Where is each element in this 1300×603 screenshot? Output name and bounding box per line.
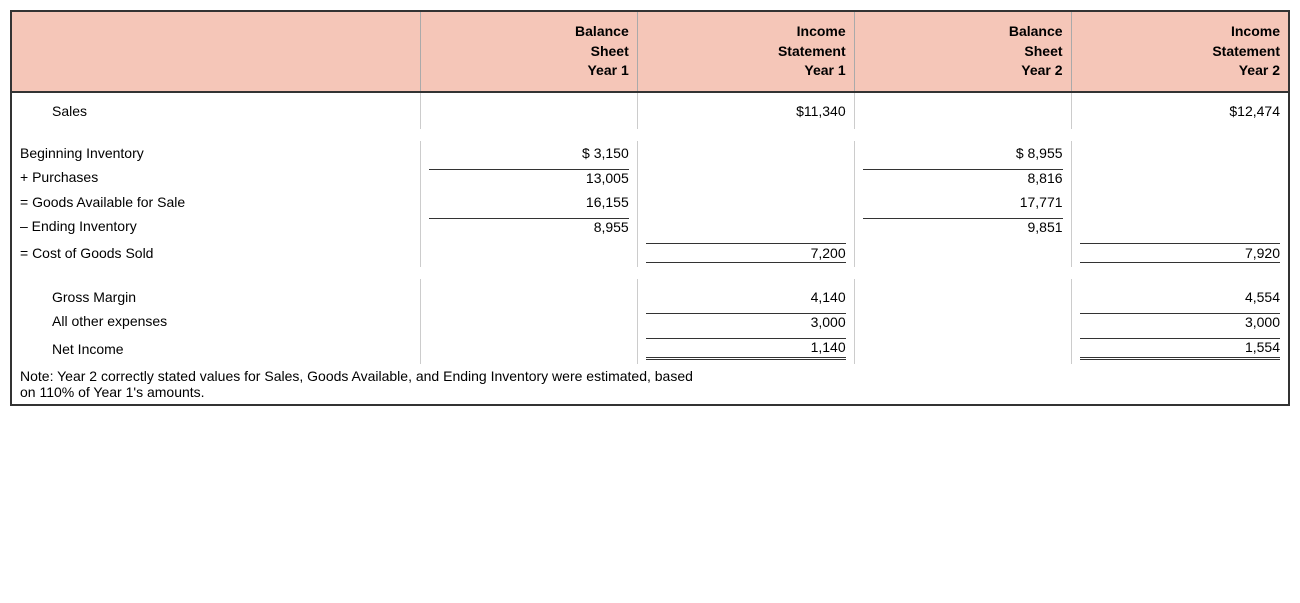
gross-margin-bs1 <box>420 279 637 309</box>
cogs-is1-value: 7,200 <box>646 243 846 263</box>
purchases-label: + Purchases <box>12 165 420 190</box>
goods-available-row: = Goods Available for Sale 16,155 17,771 <box>12 190 1288 214</box>
cogs-is2: 7,920 <box>1071 239 1288 267</box>
ending-inventory-bs1-value: 8,955 <box>429 218 629 235</box>
sales-row: Sales $11,340 $12,474 <box>12 92 1288 129</box>
ending-inventory-is1 <box>637 214 854 239</box>
sales-is1: $11,340 <box>637 92 854 129</box>
net-income-label: Net Income <box>12 334 420 364</box>
ending-inventory-bs1: 8,955 <box>420 214 637 239</box>
all-other-is1: 3,000 <box>637 309 854 334</box>
spacer-row-2 <box>12 267 1288 279</box>
header-is2: Income Statement Year 2 <box>1071 12 1288 92</box>
purchases-bs2: 8,816 <box>854 165 1071 190</box>
ending-inventory-is2 <box>1071 214 1288 239</box>
header-is1: Income Statement Year 1 <box>637 12 854 92</box>
beginning-inventory-bs1: $ 3,150 <box>420 141 637 165</box>
all-other-label: All other expenses <box>12 309 420 334</box>
ending-inventory-label: – Ending Inventory <box>12 214 420 239</box>
all-other-expenses-row: All other expenses 3,000 3,000 <box>12 309 1288 334</box>
gross-margin-is1: 4,140 <box>637 279 854 309</box>
cogs-bs1 <box>420 239 637 267</box>
purchases-is1 <box>637 165 854 190</box>
beginning-inventory-label: Beginning Inventory <box>12 141 420 165</box>
net-income-is1-value: 1,140 <box>646 338 846 360</box>
cogs-bs2 <box>854 239 1071 267</box>
ending-inventory-bs2-value: 9,851 <box>863 218 1063 235</box>
sales-bs1 <box>420 92 637 129</box>
purchases-bs2-value: 8,816 <box>863 169 1063 186</box>
beginning-inventory-is2 <box>1071 141 1288 165</box>
net-income-bs2 <box>854 334 1071 364</box>
cogs-is1: 7,200 <box>637 239 854 267</box>
net-income-is1: 1,140 <box>637 334 854 364</box>
note-text: Note: Year 2 correctly stated values for… <box>12 364 1288 404</box>
cogs-row: = Cost of Goods Sold 7,200 7,920 <box>12 239 1288 267</box>
gross-margin-is2: 4,554 <box>1071 279 1288 309</box>
beginning-inventory-bs2: $ 8,955 <box>854 141 1071 165</box>
header-label-col <box>12 12 420 92</box>
all-other-bs1 <box>420 309 637 334</box>
gross-margin-row: Gross Margin 4,140 4,554 <box>12 279 1288 309</box>
goods-available-is1 <box>637 190 854 214</box>
beginning-inventory-is1 <box>637 141 854 165</box>
goods-available-bs2: 17,771 <box>854 190 1071 214</box>
all-other-is1-value: 3,000 <box>646 313 846 330</box>
gross-margin-bs2 <box>854 279 1071 309</box>
cogs-label: = Cost of Goods Sold <box>12 239 420 267</box>
all-other-is2-value: 3,000 <box>1080 313 1280 330</box>
spacer-row-1 <box>12 129 1288 141</box>
net-income-row: Net Income 1,140 1,554 <box>12 334 1288 364</box>
note-row: Note: Year 2 correctly stated values for… <box>12 364 1288 404</box>
purchases-bs1-value: 13,005 <box>429 169 629 186</box>
goods-available-bs1: 16,155 <box>420 190 637 214</box>
header-bs1: Balance Sheet Year 1 <box>420 12 637 92</box>
net-income-is2: 1,554 <box>1071 334 1288 364</box>
cogs-is2-value: 7,920 <box>1080 243 1280 263</box>
sales-is2: $12,474 <box>1071 92 1288 129</box>
goods-available-is2 <box>1071 190 1288 214</box>
financial-table-container: Balance Sheet Year 1 Income Statement Ye… <box>10 10 1290 406</box>
all-other-bs2 <box>854 309 1071 334</box>
gross-margin-label: Gross Margin <box>12 279 420 309</box>
beginning-inventory-row: Beginning Inventory $ 3,150 $ 8,955 <box>12 141 1288 165</box>
sales-label: Sales <box>12 92 420 129</box>
ending-inventory-bs2: 9,851 <box>854 214 1071 239</box>
sales-bs2 <box>854 92 1071 129</box>
net-income-is2-value: 1,554 <box>1080 338 1280 360</box>
purchases-bs1: 13,005 <box>420 165 637 190</box>
net-income-bs1 <box>420 334 637 364</box>
purchases-is2 <box>1071 165 1288 190</box>
ending-inventory-row: – Ending Inventory 8,955 9,851 <box>12 214 1288 239</box>
all-other-is2: 3,000 <box>1071 309 1288 334</box>
purchases-row: + Purchases 13,005 8,816 <box>12 165 1288 190</box>
goods-available-label: = Goods Available for Sale <box>12 190 420 214</box>
header-bs2: Balance Sheet Year 2 <box>854 12 1071 92</box>
